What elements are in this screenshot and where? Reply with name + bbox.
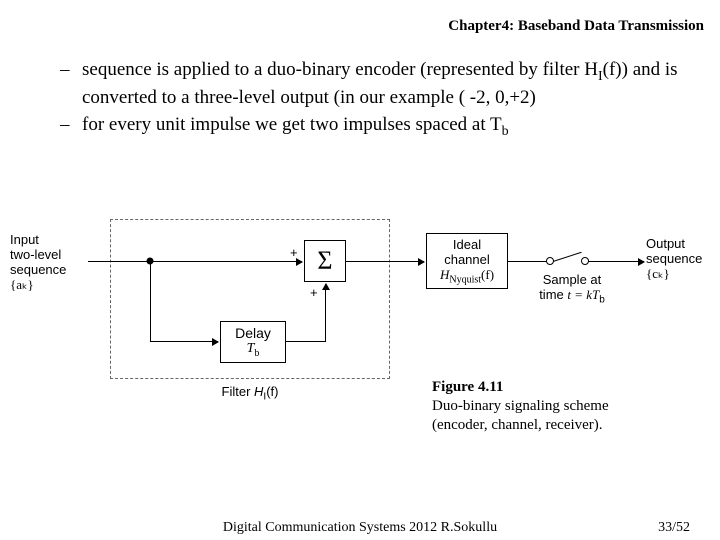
bullet-dash: – [60,113,82,141]
input-label: Input two-level sequence {aₖ} [10,233,88,293]
bullet-dash: – [60,58,82,111]
wire [346,261,424,262]
text: for every unit impulse we get two impuls… [82,114,502,135]
bullet-text: for every unit impulse we get two impuls… [82,113,690,141]
filter-label: Filter HI(f) [185,385,315,403]
plus-sign: + [290,245,298,260]
text: channel [444,252,490,267]
text: Sample at [543,272,602,287]
sigma-symbol: Σ [317,246,332,276]
sampler-label: Sample at time t = kTb [522,273,622,306]
wire [325,284,326,342]
figure-caption: Figure 4.11 Duo-binary signaling scheme … [432,378,642,434]
delay-block: Delay Tb [220,321,286,363]
output-label: Output sequence {cₖ} [646,237,716,282]
bullet-list: – sequence is applied to a duo-binary en… [60,58,690,143]
switch-arm [553,252,582,262]
caption-body: Duo-binary signaling scheme (encoder, ch… [432,398,609,433]
text: H [254,384,263,399]
wire [88,261,302,262]
text: sequence [646,251,702,266]
bullet-text: sequence is applied to a duo-binary enco… [82,58,690,111]
text: (f) [266,384,278,399]
subscript: b [502,123,509,138]
channel-block: Ideal channel HNyquist(f) [426,233,508,289]
summer-block: Σ [304,240,346,282]
chapter-header: Chapter4: Baseband Data Transmission [448,18,704,35]
text: Output [646,236,685,251]
bullet-item: – for every unit impulse we get two impu… [60,113,690,141]
wire [508,261,548,262]
text: Filter [222,384,255,399]
text: Tb [247,341,260,359]
text: two-level [10,247,61,262]
wire [588,261,644,262]
footer-center: Digital Communication Systems 2012 R.Sok… [223,520,497,536]
plus-sign: + [310,285,318,300]
text: Delay [235,325,271,341]
text: {aₖ} [10,277,34,292]
text: time t = kTb [539,287,605,302]
page-number: 33/52 [658,520,690,536]
text: HNyquist(f) [440,267,494,286]
text: sequence is applied to a duo-binary enco… [82,59,598,80]
text: sequence [10,262,66,277]
bullet-item: – sequence is applied to a duo-binary en… [60,58,690,111]
text: Input [10,232,39,247]
wire [150,341,218,342]
wire [286,341,325,342]
wire [150,261,151,341]
text: Ideal [453,237,481,252]
caption-title: Figure 4.11 [432,379,503,395]
text: {cₖ} [646,266,670,281]
